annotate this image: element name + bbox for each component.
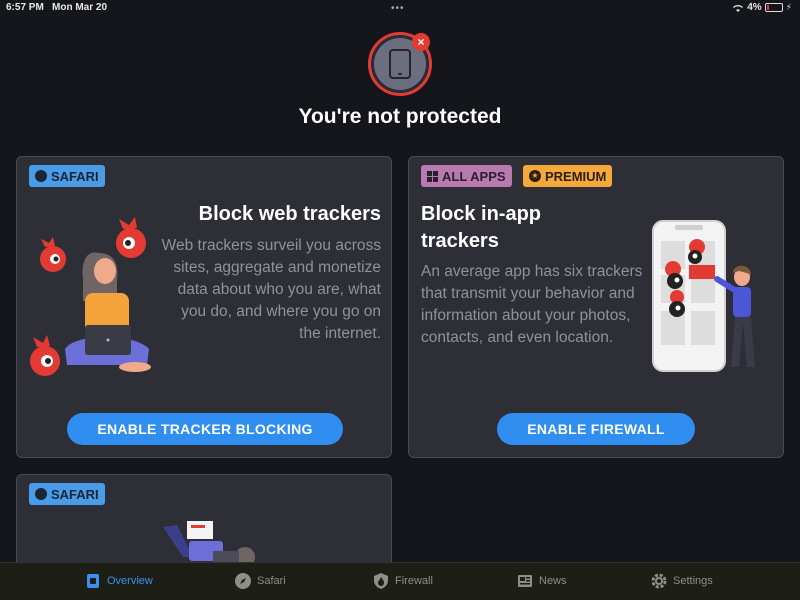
tracker-monster-icon (40, 237, 66, 272)
battery-icon (764, 3, 783, 12)
unprotected-x-icon: × (412, 33, 430, 51)
safari-badge-label: SAFARI (51, 168, 99, 184)
status-bar: 6:57 PM Mon Mar 20 ••• 4% ⚡ (0, 0, 800, 16)
tracker-monster-icon (116, 217, 146, 258)
status-indicators: 4% ⚡ (732, 2, 792, 13)
app-trackers-title: Block in-app trackers (421, 203, 542, 252)
newspaper-icon (518, 575, 532, 587)
compass-icon (35, 488, 47, 500)
app-trackers-card: ALL APPS ★ PREMIUM Block in-app trackers… (408, 156, 784, 458)
tab-firewall-label: Firewall (395, 575, 433, 587)
charging-icon: ⚡ (785, 2, 792, 12)
tab-news-label: News (539, 575, 567, 587)
tablet-icon (389, 49, 411, 79)
grid-icon (427, 170, 438, 182)
status-date: Mon Mar 20 (52, 2, 108, 13)
safari-extension-card: SAFARI (16, 474, 392, 574)
status-time: 6:57 PM (6, 2, 44, 13)
multitasking-dots-icon[interactable]: ••• (391, 3, 405, 14)
overview-icon (87, 574, 99, 588)
tab-safari[interactable]: Safari (234, 572, 286, 590)
all-apps-badge-label: ALL APPS (442, 168, 506, 184)
protection-status-title: You're not protected (298, 105, 502, 128)
battery-percent: 4% (747, 2, 762, 13)
tab-settings[interactable]: Settings (650, 572, 713, 590)
tab-overview-label: Overview (107, 575, 153, 587)
web-trackers-card: SAFARI Block web trackers Web trackers s… (16, 156, 392, 458)
all-apps-badge: ALL APPS (421, 165, 512, 187)
tab-safari-label: Safari (257, 575, 286, 587)
app-trackers-illustration (652, 220, 755, 372)
tracker-monster-icon (30, 335, 60, 376)
star-icon: ★ (529, 170, 541, 182)
safari-badge: SAFARI (29, 165, 105, 187)
web-trackers-title: Block web trackers (198, 203, 381, 225)
tab-settings-label: Settings (673, 575, 713, 587)
safari-badge-label: SAFARI (51, 486, 99, 502)
reading-illustration (163, 521, 255, 567)
tab-news[interactable]: News (516, 572, 567, 590)
flame-shield-icon (374, 573, 388, 589)
web-trackers-illustration (30, 217, 151, 376)
safari-badge: SAFARI (29, 483, 105, 505)
enable-tracker-blocking-button[interactable]: ENABLE TRACKER BLOCKING (67, 413, 343, 445)
compass-icon (35, 170, 47, 182)
tab-overview[interactable]: Overview (84, 572, 153, 590)
gear-icon (651, 573, 667, 589)
premium-badge: ★ PREMIUM (523, 165, 613, 187)
wifi-icon (733, 4, 744, 12)
premium-badge-label: PREMIUM (545, 168, 607, 184)
enable-firewall-button[interactable]: ENABLE FIREWALL (497, 413, 695, 445)
compass-icon (235, 573, 251, 589)
app-trackers-description: An average app has six trackers that tra… (421, 263, 643, 346)
tab-firewall[interactable]: Firewall (372, 572, 433, 590)
web-trackers-description: Web trackers surveil you across sites, a… (161, 237, 381, 342)
tab-bar: Overview Safari Firewall News Settings (0, 562, 800, 600)
tracker-monster-icon (669, 290, 685, 317)
